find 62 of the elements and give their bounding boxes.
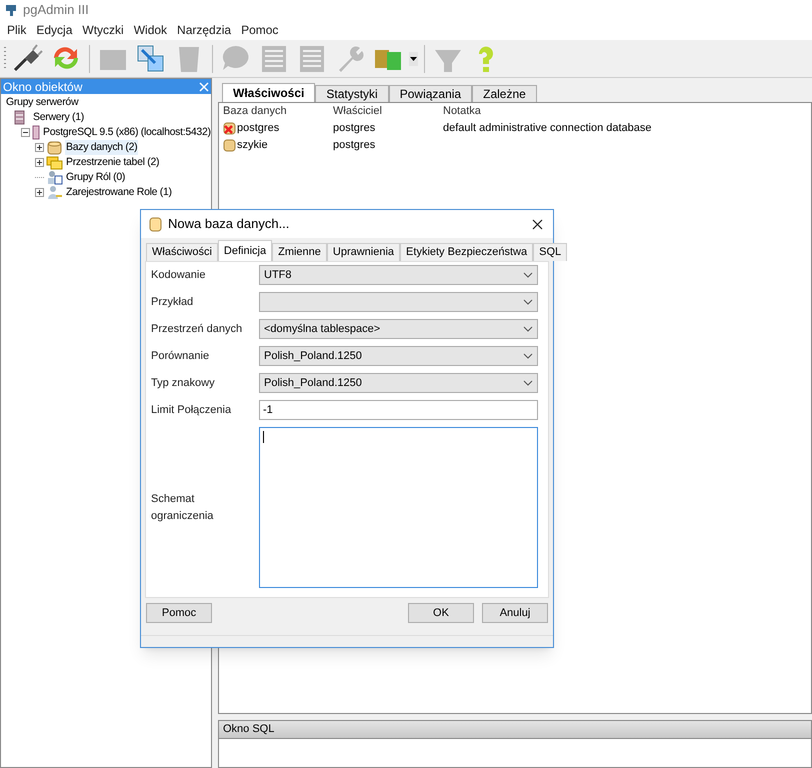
panel-title: Okno SQL [223,722,274,738]
database-icon [149,216,162,232]
field-label: Porównanie [150,348,210,364]
user-group-icon [46,170,63,185]
combo-box[interactable]: Polish_Poland.1250 [259,346,538,366]
column-header[interactable]: Baza danych [223,102,333,120]
menu-item[interactable]: Wtyczki [77,21,129,39]
table-cell-text: postgres [333,120,376,136]
combo-box[interactable]: UTF8 [259,265,538,285]
tab[interactable]: Definicja [218,240,272,261]
tab[interactable]: Statystyki [315,85,389,102]
window-title: pgAdmin III [23,1,89,20]
column-header[interactable]: Właściciel [333,102,443,120]
tab[interactable]: Zależne [472,85,537,102]
table-cell-text: postgres [237,120,280,136]
tree-item[interactable]: Serwery (1) [32,110,85,126]
dialog-button[interactable]: Anuluj [482,603,548,623]
tree-item[interactable]: Grupy serwerów [5,94,80,110]
expand-icon[interactable] [35,143,44,152]
tab[interactable]: Etykiety Bezpieczeństwa [400,243,534,261]
menu-item[interactable]: Widok [128,21,172,39]
tab[interactable]: Powiązania [388,85,472,102]
tree-item[interactable]: Przestrzenie tabel (2) [65,154,160,170]
dialog-button[interactable]: Pomoc [146,603,212,623]
database-icon [46,140,63,155]
user-key-icon [46,185,63,200]
expand-icon[interactable] [35,188,44,197]
tree-item[interactable]: PostgreSQL 9.5 (x86) (localhost:5432) [42,124,211,140]
field-label: Przestrzeń danych [150,322,244,337]
field-label: Schemat ograniczenia [150,492,214,524]
field-label: Typ znakowy [150,376,216,391]
combo-box[interactable]: Polish_Poland.1250 [259,373,538,393]
tab[interactable]: Właściwości [222,83,316,102]
table-cell-text: postgres [333,138,376,153]
tab[interactable]: Właściwości [146,243,218,261]
tree-item[interactable]: Bazy danych (2) [65,140,138,156]
field-label: Kodowanie [150,268,206,283]
table-cell-text: default administrative connection database [443,120,653,136]
table-cell-text: szykie [237,138,268,153]
input-field[interactable]: -1 [259,400,538,420]
combo-box[interactable] [259,292,538,312]
field-label: Przykład [150,294,194,310]
field-label: Limit Połączenia [150,402,232,418]
menu-item[interactable]: Plik [2,21,32,39]
server-icon [32,125,40,140]
tree-item[interactable]: Zarejestrowane Role (1) [65,184,173,200]
tab[interactable]: Zmienne [272,243,327,261]
menu-item[interactable]: Edycja [31,21,78,39]
collapse-icon[interactable] [21,128,30,137]
dialog-button[interactable]: OK [408,603,474,623]
menu-item[interactable]: Pomoc [236,21,284,39]
folders-icon [46,155,63,170]
tree-item[interactable]: Grupy Ról (0) [65,170,126,186]
close-icon[interactable] [532,218,543,230]
column-header[interactable]: Notatka [443,102,683,120]
panel-title: Okno obiektów [3,79,82,96]
combo-box[interactable]: <domyślna tablespace> [259,319,538,339]
tab[interactable]: Uprawnienia [326,243,400,261]
menu-item[interactable]: Narzędzia [172,21,236,39]
expand-icon[interactable] [35,158,44,167]
dialog-title: Nowa baza danych... [168,215,290,234]
tab[interactable]: SQL [533,243,568,261]
